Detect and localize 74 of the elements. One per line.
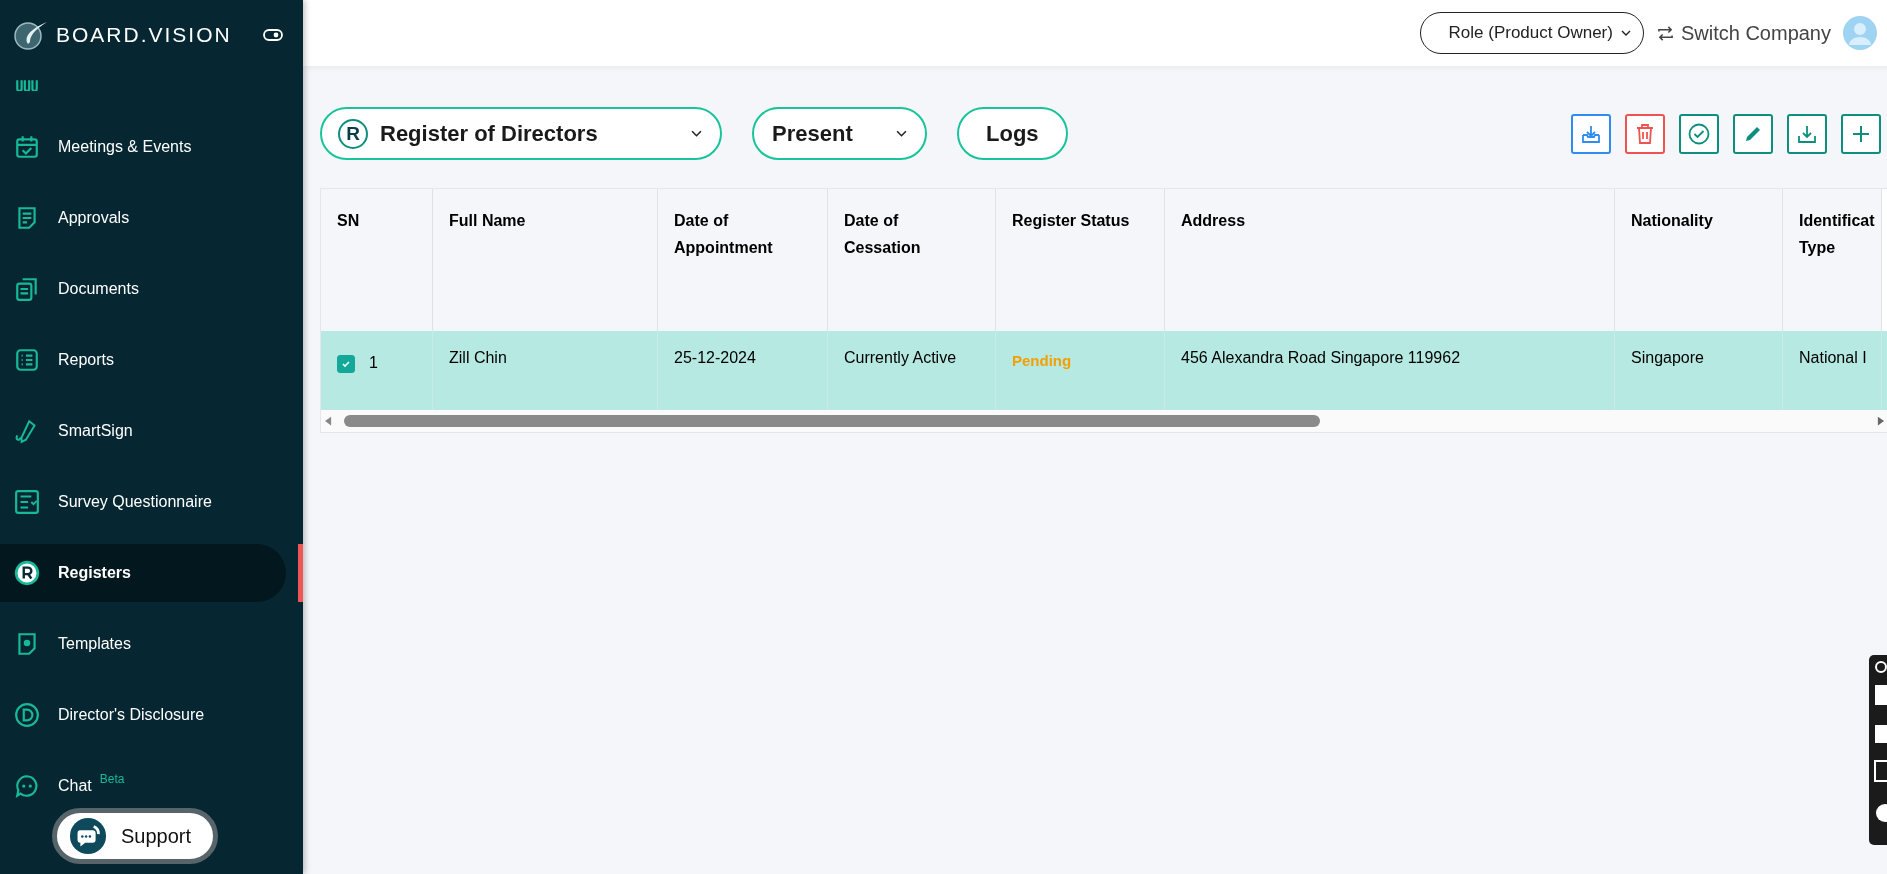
period-dropdown[interactable]: Present xyxy=(752,107,927,160)
brand-name: BOARD.VISION xyxy=(56,23,233,47)
column-header: Date of Appointment xyxy=(658,189,828,331)
nav-label: Chat xyxy=(58,777,92,795)
nav-item[interactable]: Meetings & Events xyxy=(0,125,286,169)
chevron-down-icon xyxy=(1620,30,1631,36)
nav-label: Survey Questionnaire xyxy=(58,493,212,511)
table-cell: 1 xyxy=(369,354,378,372)
delete-button[interactable] xyxy=(1625,113,1665,154)
nav-label: Director's Disclosure xyxy=(58,706,205,724)
table-cell: National I xyxy=(1799,349,1867,367)
support-button[interactable]: Support xyxy=(52,808,219,864)
column-header: Register Status xyxy=(996,189,1165,331)
nav-item[interactable]: Chat Beta xyxy=(0,764,286,808)
switch-company-button[interactable]: Switch Company xyxy=(1655,21,1831,45)
chevron-down-icon xyxy=(896,130,907,137)
edit-button[interactable] xyxy=(1733,113,1773,154)
register-letter-icon: R xyxy=(338,118,368,149)
role-dropdown[interactable]: Role (Product Owner) xyxy=(1419,12,1644,54)
table-cell: 25-12-2024 xyxy=(674,349,756,367)
download-button[interactable] xyxy=(1787,113,1827,154)
nav-label: Templates xyxy=(58,635,131,653)
calendar-icon xyxy=(14,134,40,160)
floating-toolbar-drawing[interactable] xyxy=(1869,655,1887,845)
column-header: SN xyxy=(321,189,433,331)
scroll-right-icon[interactable] xyxy=(1877,416,1884,426)
column-header: Address xyxy=(1165,189,1615,331)
chat-icon xyxy=(14,773,40,799)
letter-r-icon xyxy=(14,560,40,586)
column-bars-icon xyxy=(14,77,40,91)
register-dropdown[interactable]: R Register of Directors xyxy=(320,107,722,160)
nav-item[interactable]: Survey Questionnaire xyxy=(0,480,286,524)
checklist-icon xyxy=(14,489,40,515)
chevron-down-icon xyxy=(691,130,702,137)
beta-label: Beta xyxy=(99,772,125,786)
table-cell: Currently Active xyxy=(844,349,957,367)
nav-label: Reports xyxy=(58,351,115,369)
add-button[interactable] xyxy=(1841,113,1881,154)
row-checkbox[interactable] xyxy=(337,355,355,373)
table-cell: 456 Alexandra Road Singapore 119962 xyxy=(1181,349,1461,367)
list-icon xyxy=(14,347,40,373)
letter-d-icon xyxy=(14,702,40,728)
nav-item[interactable]: Director's Disclosure xyxy=(0,693,286,737)
active-indicator xyxy=(298,544,303,602)
table-row[interactable]: 1 Zill Chin 25-12-2024 Currently Active Pending 456 Alexandra Road Singapore 119962 Singapore National I xyxy=(321,331,1887,410)
scroll-left-icon[interactable] xyxy=(325,416,332,426)
chat-bubble-icon xyxy=(69,817,107,855)
table-cell: Singapore xyxy=(1631,349,1704,367)
nav-item[interactable]: Approvals xyxy=(0,196,286,240)
approve-button[interactable] xyxy=(1679,113,1719,154)
check-icon xyxy=(341,359,351,369)
status-text: Pending xyxy=(1012,352,1072,369)
column-header: Nationality xyxy=(1615,189,1783,331)
check-circle-icon xyxy=(1687,121,1711,146)
nav-item[interactable]: SmartSign xyxy=(0,409,286,453)
swap-arrows-icon xyxy=(1655,24,1675,42)
nav-label: SmartSign xyxy=(58,422,133,440)
logs-button[interactable]: Logs xyxy=(957,107,1068,160)
horizontal-scrollbar[interactable] xyxy=(321,410,1887,432)
logo-icon xyxy=(14,20,48,50)
documents-icon xyxy=(14,276,40,302)
nav-item[interactable]: Reports xyxy=(0,338,286,382)
nav-label: Registers xyxy=(58,564,131,582)
nav-label: Documents xyxy=(58,280,139,298)
toggle-icon[interactable] xyxy=(263,29,283,41)
table-cell: Zill Chin xyxy=(449,349,507,367)
column-header: Identificat Type xyxy=(1783,189,1882,331)
nav-item[interactable]: Templates xyxy=(0,622,286,666)
nav-label: Approvals xyxy=(58,209,130,227)
import-button[interactable] xyxy=(1571,113,1611,154)
nav-item[interactable]: Documents xyxy=(0,267,286,311)
nav-label: Meetings & Events xyxy=(58,138,192,156)
column-header: Full Name xyxy=(433,189,658,331)
column-header: Date of Cessation xyxy=(828,189,996,331)
